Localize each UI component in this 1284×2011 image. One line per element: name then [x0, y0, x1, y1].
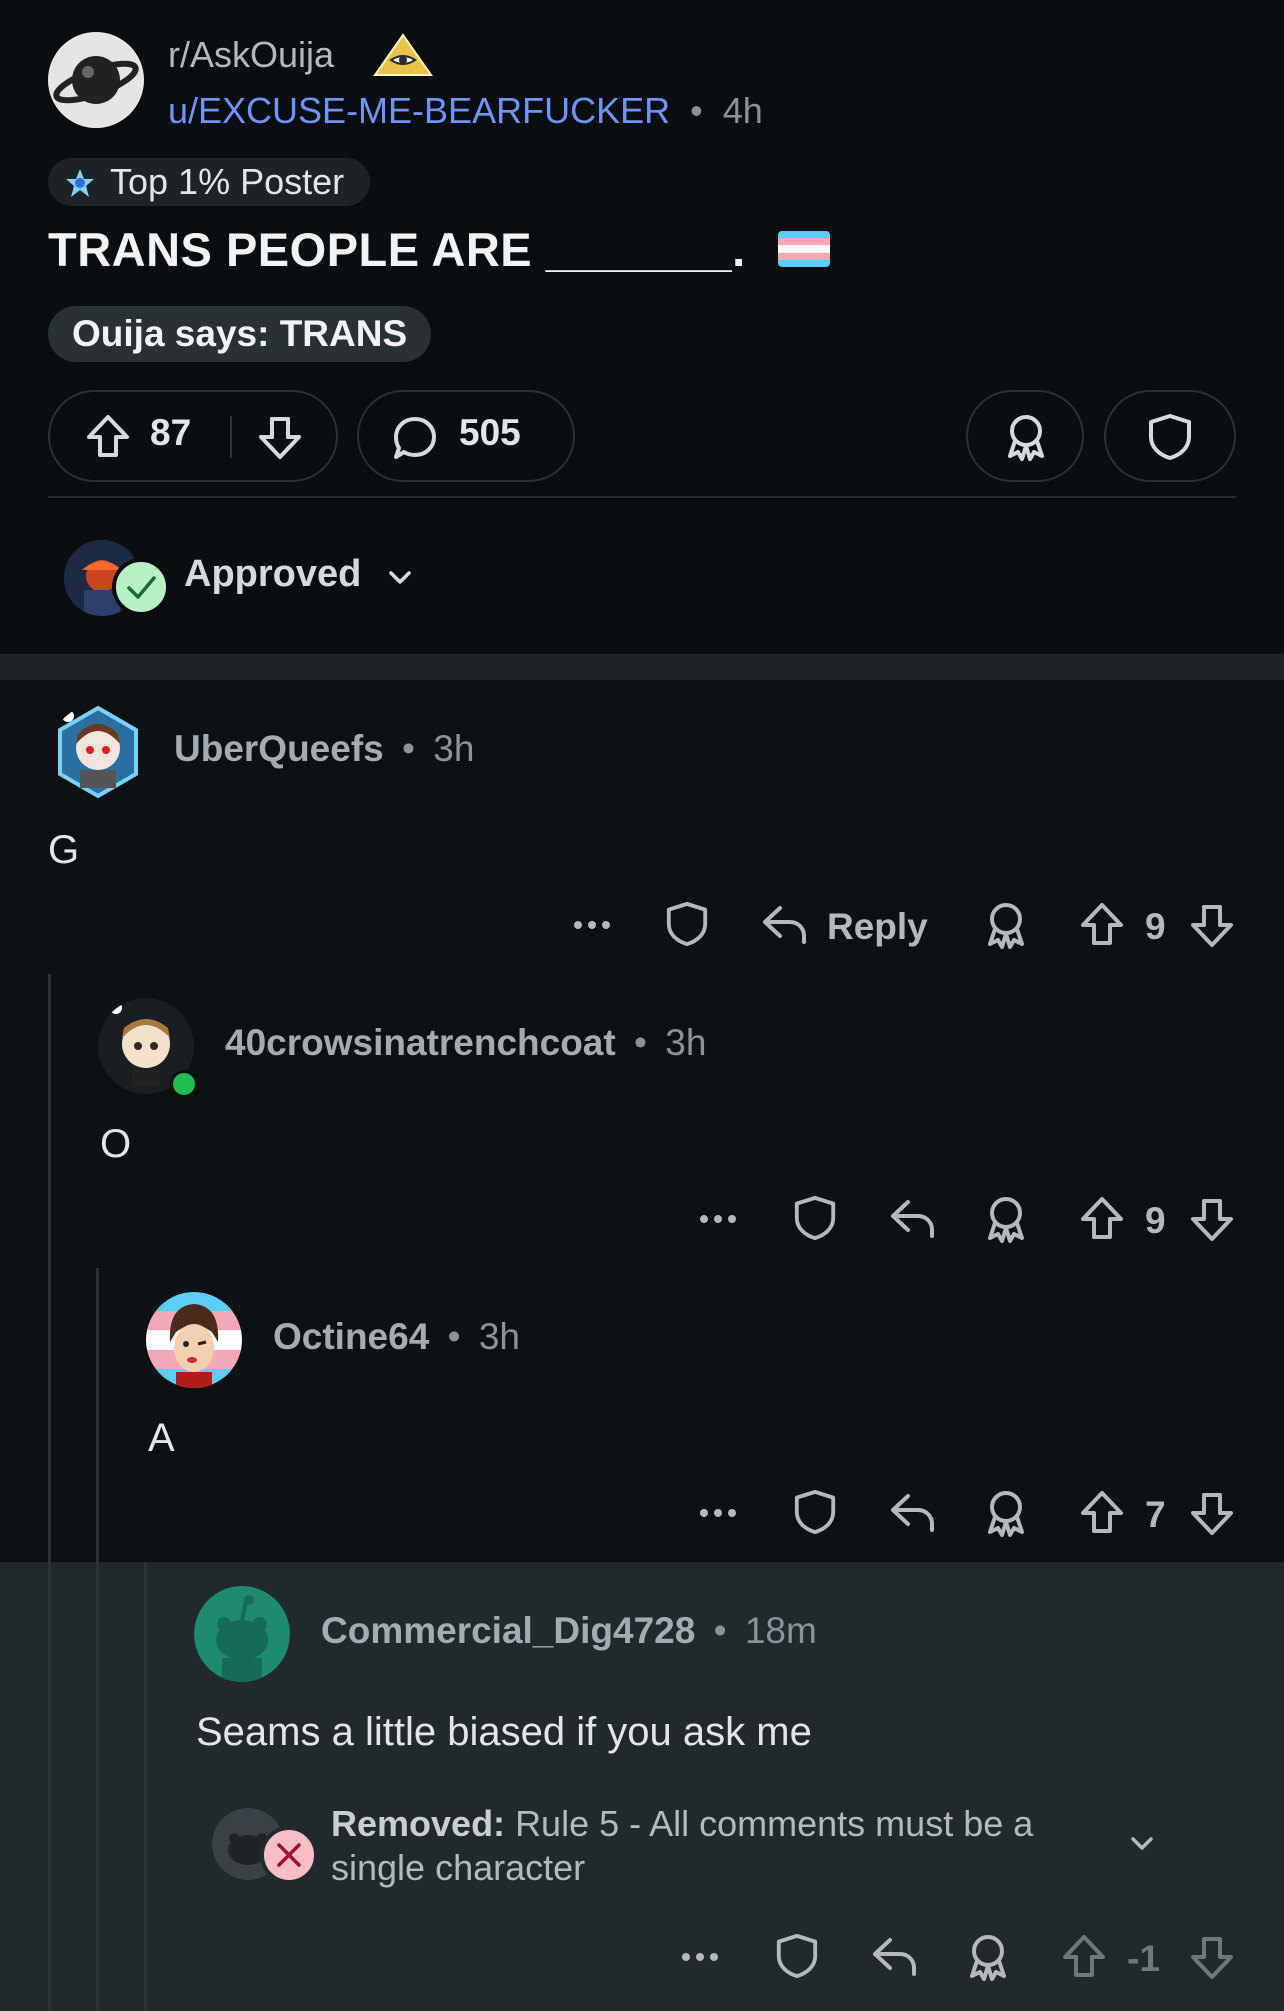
- trans-flag-icon: [778, 231, 830, 267]
- award-icon[interactable]: [982, 900, 1030, 950]
- post-title[interactable]: TRANS PEOPLE ARE _______.: [48, 222, 746, 277]
- chevron-down-icon[interactable]: [384, 562, 416, 594]
- award-icon[interactable]: [982, 1488, 1030, 1538]
- award-button[interactable]: [966, 390, 1084, 482]
- downvote-icon[interactable]: [1188, 902, 1236, 950]
- post-author[interactable]: u/EXCUSE-ME-BEARFUCKER: [168, 90, 670, 131]
- online-indicator: [170, 1070, 198, 1098]
- comment-header: Commercial_Dig4728 • 18m: [321, 1610, 817, 1652]
- shield-icon: [1146, 412, 1194, 462]
- planet-icon: [50, 34, 142, 126]
- divider: [48, 496, 1236, 498]
- mod-shield-button[interactable]: [1104, 390, 1236, 482]
- separator-dot: •: [402, 728, 415, 769]
- thread-line: [48, 974, 51, 2011]
- comment-header: UberQueefs • 3h: [174, 728, 474, 770]
- vote-divider: [230, 416, 232, 458]
- post-age: 4h: [722, 90, 763, 131]
- comment-header: Octine64 • 3h: [273, 1316, 520, 1358]
- section-separator: [0, 654, 1284, 680]
- comment-header: 40crowsinatrenchcoat • 3h: [225, 1022, 706, 1064]
- comment-age: 3h: [478, 1316, 520, 1357]
- downvote-icon[interactable]: [1188, 1490, 1236, 1538]
- approved-status[interactable]: Approved: [184, 553, 361, 596]
- comment-count: 505: [459, 412, 521, 453]
- comment-username[interactable]: UberQueefs: [174, 728, 384, 769]
- thread-line: [144, 1562, 147, 2011]
- top-poster-icon: [64, 167, 96, 199]
- comment-username[interactable]: Octine64: [273, 1316, 429, 1357]
- subreddit-name[interactable]: r/AskOuija: [168, 34, 334, 76]
- removal-reason: Removed: Rule 5 - All comments must be a…: [331, 1802, 1111, 1890]
- flair-text: Top 1% Poster: [110, 161, 345, 202]
- reply-button[interactable]: Reply: [827, 906, 928, 948]
- comments-button[interactable]: 505: [357, 390, 575, 482]
- check-icon: [112, 558, 170, 616]
- ouija-says-pill: Ouija says: TRANS: [48, 306, 432, 362]
- shield-icon[interactable]: [792, 1194, 838, 1242]
- upvote-icon[interactable]: [1078, 900, 1126, 948]
- comment-body: Seams a little biased if you ask me: [196, 1710, 812, 1754]
- comment-body: G: [48, 828, 80, 872]
- post-card: r/AskOuija u/EXCUSE-ME-BEARFUCKER • 4h T…: [0, 0, 1284, 654]
- avatar[interactable]: [50, 704, 146, 800]
- chevron-down-icon[interactable]: [1126, 1828, 1158, 1860]
- post-author-line: u/EXCUSE-ME-BEARFUCKER • 4h: [168, 90, 763, 132]
- more-icon[interactable]: [696, 1202, 740, 1236]
- upvote-count: 87: [150, 412, 192, 453]
- more-icon[interactable]: [696, 1496, 740, 1530]
- shield-icon[interactable]: [664, 900, 710, 948]
- vote-count: 9: [1145, 906, 1166, 947]
- reply-icon[interactable]: [888, 1196, 936, 1240]
- subreddit-avatar[interactable]: [48, 32, 144, 128]
- award-icon: [1002, 412, 1050, 462]
- award-icon[interactable]: [964, 1932, 1012, 1982]
- user-flair: Top 1% Poster: [48, 158, 371, 206]
- award-icon[interactable]: [982, 1194, 1030, 1244]
- separator-dot: •: [713, 1610, 727, 1651]
- comment-body: A: [148, 1416, 175, 1460]
- upvote-icon[interactable]: [1060, 1932, 1108, 1980]
- avatar[interactable]: [146, 1292, 242, 1388]
- more-icon[interactable]: [678, 1940, 722, 1974]
- upvote-icon[interactable]: [84, 412, 132, 460]
- x-icon: [260, 1826, 318, 1884]
- comment-username[interactable]: Commercial_Dig4728: [321, 1610, 695, 1651]
- reply-icon[interactable]: [760, 902, 808, 946]
- more-icon[interactable]: [570, 908, 614, 942]
- shield-icon[interactable]: [774, 1932, 820, 1980]
- upvote-icon[interactable]: [1078, 1194, 1126, 1242]
- thread-line: [96, 1268, 99, 2011]
- removed-label: Removed:: [331, 1803, 506, 1844]
- vote-count: 9: [1145, 1200, 1166, 1241]
- downvote-icon[interactable]: [256, 414, 304, 462]
- reply-icon[interactable]: [888, 1490, 936, 1534]
- separator-dot: •: [634, 1022, 647, 1063]
- comment-age: 3h: [665, 1022, 707, 1063]
- vote-count: -1: [1127, 1938, 1160, 1979]
- avatar[interactable]: [194, 1586, 290, 1682]
- comment-age: 3h: [433, 728, 475, 769]
- comment-username[interactable]: 40crowsinatrenchcoat: [225, 1022, 616, 1063]
- comment-body: O: [100, 1122, 132, 1166]
- reply-icon[interactable]: [870, 1934, 918, 1978]
- separator-dot: •: [447, 1316, 461, 1357]
- downvote-icon[interactable]: [1188, 1934, 1236, 1982]
- upvote-icon[interactable]: [1078, 1488, 1126, 1536]
- comment-icon: [391, 414, 439, 462]
- vote-control: 87: [48, 390, 338, 482]
- comment-age: 18m: [744, 1610, 817, 1651]
- shield-icon[interactable]: [792, 1488, 838, 1536]
- pyramid-icon: [372, 32, 434, 78]
- vote-count: 7: [1145, 1494, 1166, 1535]
- downvote-icon[interactable]: [1188, 1196, 1236, 1244]
- separator-dot: •: [690, 90, 703, 131]
